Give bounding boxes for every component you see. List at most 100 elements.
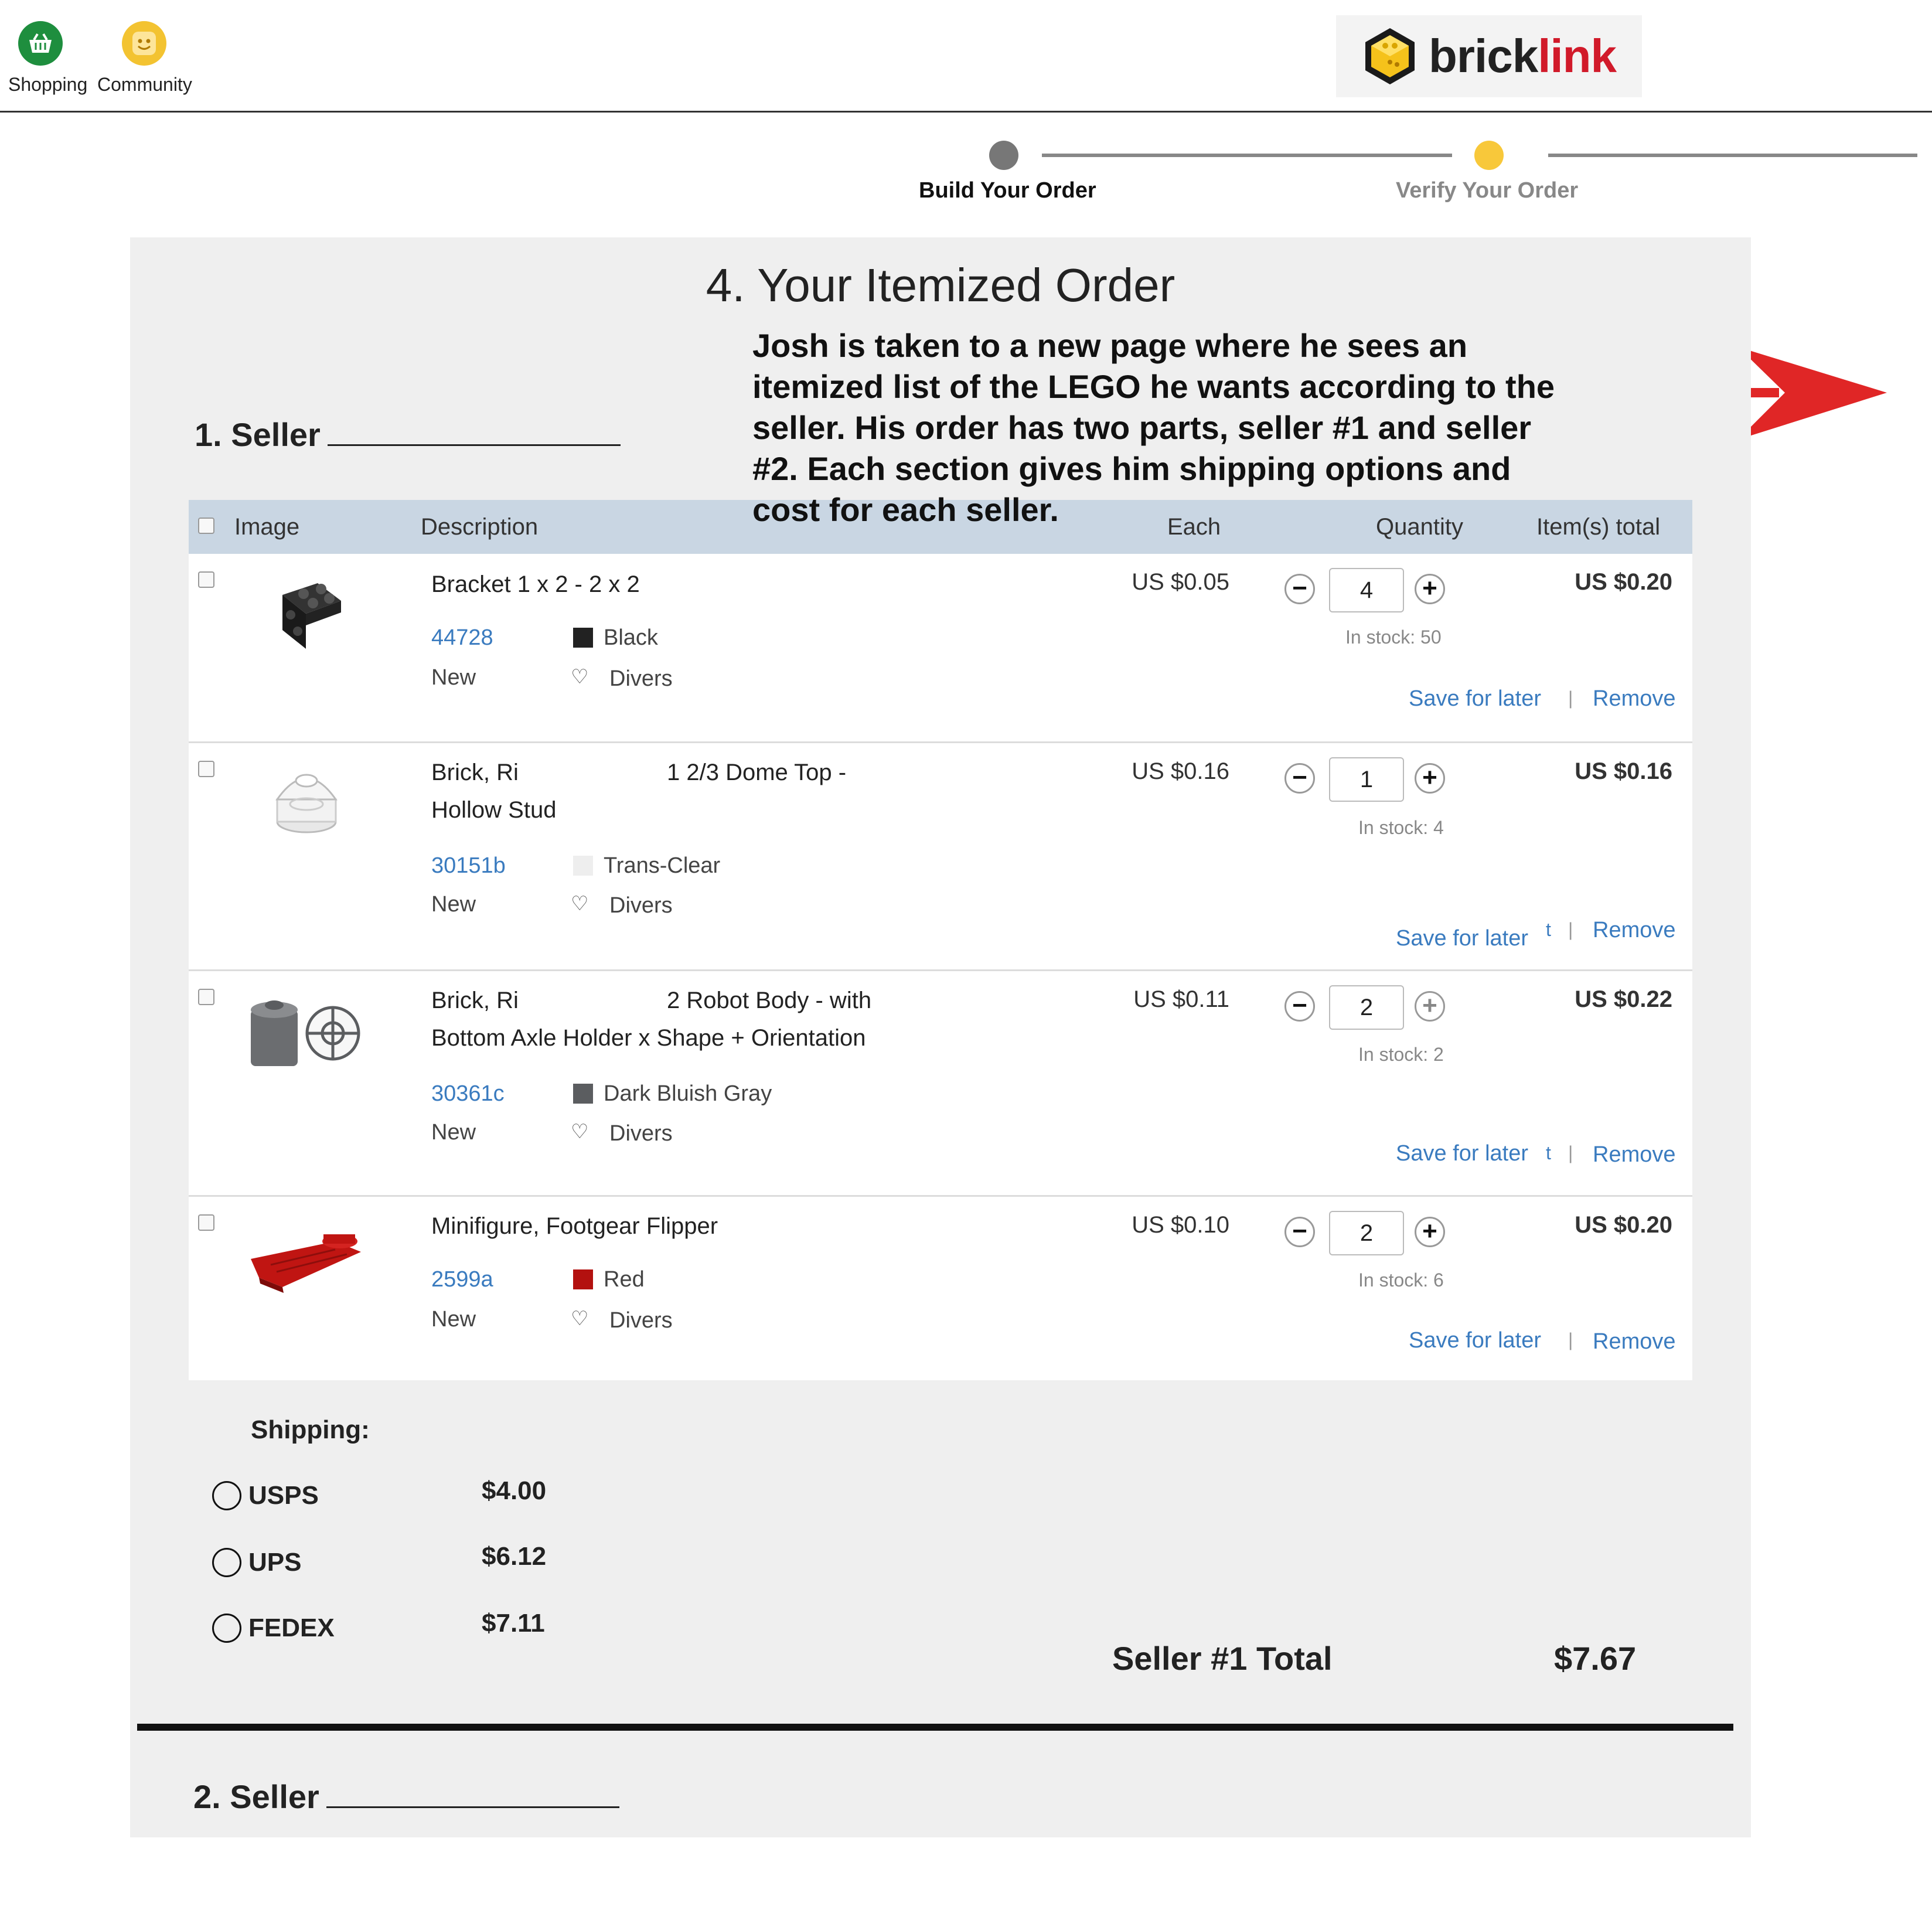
nav-community[interactable]: Community: [97, 21, 192, 96]
shipping-option-usps[interactable]: USPS: [212, 1481, 319, 1510]
condition: New: [431, 1307, 476, 1332]
increase-qty-button[interactable]: +: [1415, 991, 1445, 1022]
nav-community-label: Community: [97, 74, 192, 95]
radio-fedex[interactable]: [212, 1614, 241, 1643]
row-checkbox[interactable]: [198, 571, 214, 588]
action-separator: |: [1568, 687, 1573, 709]
brick-logo-icon: [1365, 28, 1415, 84]
row-checkbox[interactable]: [198, 761, 214, 777]
stock-info: In stock: 2: [1358, 1044, 1444, 1065]
seller2-heading: 2. Seller: [193, 1778, 619, 1816]
decrease-qty-button[interactable]: −: [1284, 763, 1315, 794]
unit-price: US $0.05: [1132, 569, 1229, 595]
item-total: US $0.20: [1575, 1212, 1672, 1238]
color-name: Red: [604, 1267, 645, 1292]
remove-link[interactable]: Remove: [1593, 1142, 1676, 1167]
item-total: US $0.16: [1575, 758, 1672, 784]
quantity-input[interactable]: 2: [1329, 985, 1404, 1030]
item-description[interactable]: Brick, Ri: [431, 982, 519, 1019]
nav-shopping[interactable]: Shopping: [8, 21, 88, 96]
bracket-part-image: [282, 583, 341, 649]
decrease-qty-button[interactable]: −: [1284, 991, 1315, 1022]
table-row: Brick, Ri 2 Robot Body - with Bottom Axl…: [189, 971, 1692, 1195]
select-all-checkbox[interactable]: [198, 518, 214, 534]
seller1-heading: 1. Seller: [195, 416, 621, 454]
stock-info: In stock: 50: [1345, 627, 1442, 648]
dome-brick-part-image: [275, 774, 338, 833]
order-table: Image Description Each Quantity Item(s) …: [189, 500, 1692, 1380]
remove-link[interactable]: Remove: [1593, 918, 1676, 943]
quantity-input[interactable]: 1: [1329, 757, 1404, 802]
part-number-link[interactable]: 44728: [431, 625, 493, 651]
flipper-part-image: [251, 1234, 361, 1293]
item-description[interactable]: Minifigure, Footgear Flipper: [431, 1207, 718, 1245]
row-checkbox[interactable]: [198, 1214, 214, 1231]
store-name[interactable]: Divers: [609, 1308, 673, 1333]
unit-price: US $0.16: [1132, 758, 1229, 784]
table-row: Brick, Ri 1 2/3 Dome Top - Hollow Stud 3…: [189, 743, 1692, 969]
shipping-price: $6.12: [482, 1542, 547, 1571]
item-description-line2[interactable]: Hollow Stud: [431, 791, 556, 829]
color-swatch: [573, 1084, 593, 1104]
part-number-link[interactable]: 2599a: [431, 1267, 493, 1292]
color-name: Trans-Clear: [604, 853, 721, 878]
increase-qty-button[interactable]: +: [1415, 1217, 1445, 1247]
remove-link[interactable]: Remove: [1593, 686, 1676, 712]
step-build-label: Build Your Order: [919, 178, 1096, 203]
part-number-link[interactable]: 30361c: [431, 1081, 505, 1107]
shipping-price: $7.11: [482, 1609, 545, 1638]
item-description[interactable]: Bracket 1 x 2 - 2 x 2: [431, 566, 640, 603]
stray-text: t: [1546, 919, 1551, 940]
table-row: Minifigure, Footgear Flipper 2599a Red N…: [189, 1197, 1692, 1378]
decrease-qty-button[interactable]: −: [1284, 574, 1315, 604]
store-name[interactable]: Divers: [609, 893, 673, 918]
increase-qty-button[interactable]: +: [1415, 574, 1445, 604]
quantity-input[interactable]: 2: [1329, 1211, 1404, 1255]
robot-body-part-image: [251, 1000, 360, 1066]
shipping-price: $4.00: [482, 1476, 547, 1505]
color-swatch: [573, 1269, 593, 1289]
item-description-line2[interactable]: Bottom Axle Holder x Shape + Orientation: [431, 1019, 866, 1057]
top-nav: Shopping Community bricklink: [0, 0, 1932, 113]
color-name: Black: [604, 625, 658, 650]
item-description-cont[interactable]: 2 Robot Body - with: [667, 982, 871, 1019]
increase-qty-button[interactable]: +: [1415, 763, 1445, 794]
stock-info: In stock: 6: [1358, 1269, 1444, 1291]
seller-total-label: Seller #1 Total: [1112, 1640, 1333, 1677]
header-image: Image: [234, 514, 300, 540]
color-swatch: [573, 628, 593, 648]
smiley-icon: [122, 21, 166, 66]
seller-total-value: $7.67: [1554, 1640, 1637, 1677]
decrease-qty-button[interactable]: −: [1284, 1217, 1315, 1247]
shipping-option-ups[interactable]: UPS: [212, 1548, 301, 1577]
annotation-note: Josh is taken to a new page where he see…: [752, 327, 1555, 528]
step-connector: [1042, 154, 1452, 157]
row-checkbox[interactable]: [198, 989, 214, 1005]
store-name[interactable]: Divers: [609, 1121, 673, 1146]
shipping-name: USPS: [248, 1481, 319, 1510]
item-total: US $0.22: [1575, 986, 1672, 1012]
header-description: Description: [421, 514, 539, 540]
color-name: Dark Bluish Gray: [604, 1081, 772, 1106]
part-number-link[interactable]: 30151b: [431, 853, 506, 879]
store-heart-icon: ♡: [571, 666, 589, 688]
save-for-later-link[interactable]: Save for later: [1396, 1141, 1528, 1166]
shipping-option-fedex[interactable]: FEDEX: [212, 1614, 335, 1643]
quantity-input[interactable]: 4: [1329, 568, 1404, 612]
store-name[interactable]: Divers: [609, 666, 673, 692]
item-total: US $0.20: [1575, 569, 1672, 595]
item-description[interactable]: Brick, Ri: [431, 754, 519, 791]
save-for-later-link[interactable]: Save for later: [1396, 926, 1528, 951]
nav-shopping-label: Shopping: [8, 74, 88, 95]
itemized-order-panel: 4. Your Itemized Order 1. Seller Josh is…: [130, 237, 1751, 1837]
radio-ups[interactable]: [212, 1548, 241, 1577]
stray-text: t: [1546, 1142, 1551, 1163]
item-description-cont[interactable]: 1 2/3 Dome Top -: [667, 754, 846, 791]
save-for-later-link[interactable]: Save for later: [1409, 1328, 1541, 1353]
step-dot-verify: [1474, 141, 1504, 170]
store-heart-icon: ♡: [571, 893, 589, 915]
radio-usps[interactable]: [212, 1481, 241, 1510]
bricklink-logo[interactable]: bricklink: [1336, 15, 1642, 97]
remove-link[interactable]: Remove: [1593, 1329, 1676, 1354]
save-for-later-link[interactable]: Save for later: [1409, 686, 1541, 712]
